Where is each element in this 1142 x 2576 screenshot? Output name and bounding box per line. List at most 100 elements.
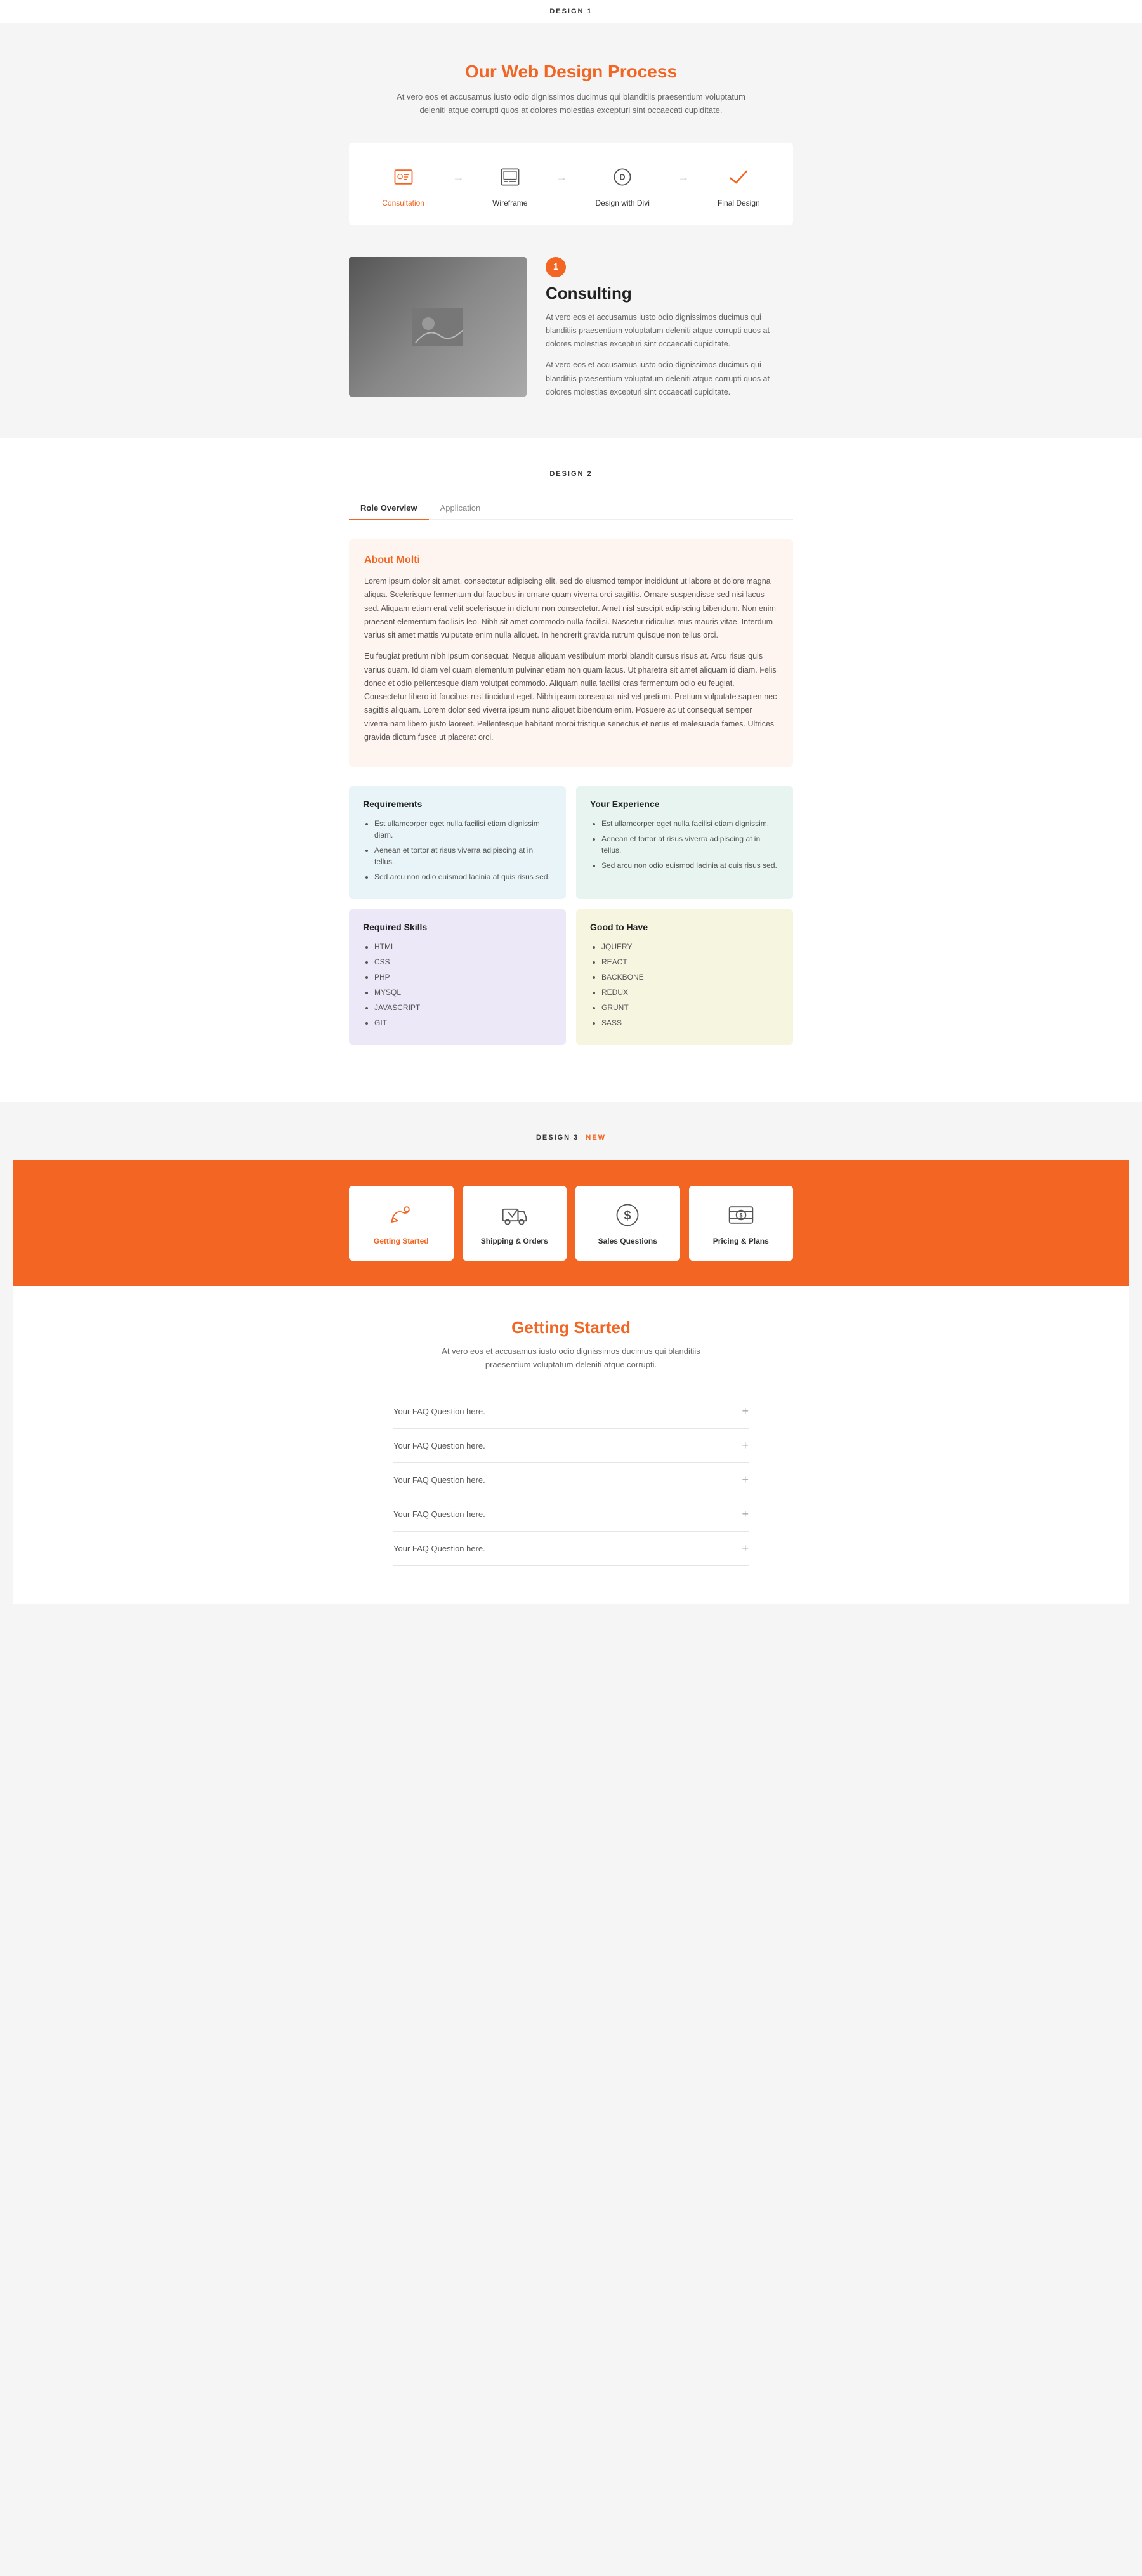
title-part1: Our: [465, 62, 502, 81]
exp-item-1: Est ullamcorper eget nulla facilisi etia…: [601, 818, 779, 829]
experience-title: Your Experience: [590, 799, 779, 809]
gth-sass: SASS: [601, 1017, 779, 1028]
gth-redux: REDUX: [601, 987, 779, 998]
wireframe-icon: [494, 161, 527, 194]
final-design-icon: [722, 161, 755, 194]
consulting-content: 1 Consulting At vero eos et accusamus iu…: [546, 257, 793, 407]
step-design-divi[interactable]: D Design with Divi: [596, 161, 650, 207]
skill-mysql: MYSQL: [374, 987, 552, 998]
step-label-final: Final Design: [718, 199, 760, 207]
about-title-highlight: Molti: [397, 555, 420, 565]
design3-label: DESIGN 3 NEW: [13, 1134, 1129, 1141]
help-card-pricing[interactable]: $ Pricing & Plans: [689, 1186, 794, 1261]
faq-list: Your FAQ Question here. + Your FAQ Quest…: [393, 1395, 749, 1566]
design1-title: Our Web Design Process: [13, 62, 1129, 82]
step-label-divi: Design with Divi: [596, 199, 650, 207]
help-card-label-pricing: Pricing & Plans: [713, 1237, 769, 1245]
arrow-1: →: [453, 171, 464, 184]
faq-item-4[interactable]: Your FAQ Question here. +: [393, 1497, 749, 1532]
about-card: About Molti Lorem ipsum dolor sit amet, …: [349, 539, 793, 767]
faq-item-1[interactable]: Your FAQ Question here. +: [393, 1395, 749, 1429]
svg-text:$: $: [739, 1212, 742, 1219]
help-card-sales[interactable]: $ Sales Questions: [575, 1186, 680, 1261]
requirements-list: Est ullamcorper eget nulla facilisi etia…: [363, 818, 552, 883]
good-to-have-title: Good to Have: [590, 922, 779, 932]
faq-question-3: Your FAQ Question here.: [393, 1475, 485, 1485]
gth-react: REACT: [601, 956, 779, 968]
skill-javascript: JAVASCRIPT: [374, 1002, 552, 1013]
good-to-have-list: JQUERY REACT BACKBONE REDUX GRUNT SASS: [590, 941, 779, 1028]
arrow-2: →: [556, 171, 567, 184]
step-label-consultation: Consultation: [382, 199, 424, 207]
orange-hero: Getting Started Shipping & Orders $: [13, 1160, 1129, 1286]
consulting-para1: At vero eos et accusamus iusto odio dign…: [546, 311, 793, 352]
consulting-image: [349, 257, 527, 397]
top-bar: DESIGN 1: [0, 0, 1142, 23]
skill-css: CSS: [374, 956, 552, 968]
consulting-block: 1 Consulting At vero eos et accusamus iu…: [349, 257, 793, 407]
design2-label: DESIGN 2: [13, 470, 1129, 478]
step-consultation[interactable]: Consultation: [382, 161, 424, 207]
svg-text:D: D: [620, 173, 626, 181]
skill-php: PHP: [374, 971, 552, 983]
svg-text:$: $: [624, 1209, 631, 1223]
tabs-bar: Role Overview Application: [349, 497, 793, 520]
requirements-title: Requirements: [363, 799, 552, 809]
faq-question-1: Your FAQ Question here.: [393, 1407, 485, 1416]
faq-section: Getting Started At vero eos et accusamus…: [13, 1286, 1129, 1604]
consulting-title: Consulting: [546, 284, 793, 303]
title-highlight: Web Design: [502, 62, 603, 81]
exp-item-3: Sed arcu non odio euismod lacinia at qui…: [601, 860, 779, 871]
design3-label-text: DESIGN 3: [536, 1134, 579, 1141]
design1-subtitle: At vero eos et accusamus iusto odio dign…: [393, 91, 749, 117]
tab-application[interactable]: Application: [429, 497, 492, 520]
faq-title-highlight: Started: [574, 1318, 631, 1337]
step-wireframe[interactable]: Wireframe: [492, 161, 527, 207]
consultation-icon: [387, 161, 420, 194]
skills-grid: Requirements Est ullamcorper eget nulla …: [349, 786, 793, 1045]
good-to-have-card: Good to Have JQUERY REACT BACKBONE REDUX…: [576, 909, 793, 1045]
help-card-shipping[interactable]: Shipping & Orders: [463, 1186, 567, 1261]
title-part2: Process: [603, 62, 677, 81]
required-skills-title: Required Skills: [363, 922, 552, 932]
design3-section: DESIGN 3 NEW Getting Started: [0, 1102, 1142, 1604]
req-item-1: Est ullamcorper eget nulla facilisi etia…: [374, 818, 552, 841]
req-item-3: Sed arcu non odio euismod lacinia at qui…: [374, 871, 552, 883]
faq-subtitle: At vero eos et accusamus iusto odio dign…: [425, 1345, 717, 1372]
design2-section: DESIGN 2 Role Overview Application About…: [0, 438, 1142, 1102]
faq-item-5[interactable]: Your FAQ Question here. +: [393, 1532, 749, 1566]
faq-plus-2: +: [742, 1439, 749, 1452]
faq-plus-5: +: [742, 1542, 749, 1555]
faq-item-2[interactable]: Your FAQ Question here. +: [393, 1429, 749, 1463]
faq-title-part1: Getting: [511, 1318, 574, 1337]
consulting-para2: At vero eos et accusamus iusto odio dign…: [546, 358, 793, 399]
pricing-icon: $: [727, 1201, 755, 1229]
faq-plus-1: +: [742, 1405, 749, 1418]
help-card-label-getting-started: Getting Started: [374, 1237, 429, 1245]
about-title-part1: About: [364, 555, 397, 565]
about-title: About Molti: [364, 555, 778, 566]
faq-question-2: Your FAQ Question here.: [393, 1441, 485, 1450]
faq-item-3[interactable]: Your FAQ Question here. +: [393, 1463, 749, 1497]
top-bar-label: DESIGN 1: [549, 8, 592, 15]
help-card-getting-started[interactable]: Getting Started: [349, 1186, 454, 1261]
exp-item-2: Aenean et tortor at risus viverra adipis…: [601, 833, 779, 856]
new-badge: NEW: [586, 1134, 606, 1141]
step-label-wireframe: Wireframe: [492, 199, 527, 207]
about-para2: Eu feugiat pretium nibh ipsum consequat.…: [364, 650, 778, 744]
gth-backbone: BACKBONE: [601, 971, 779, 983]
required-skills-card: Required Skills HTML CSS PHP MYSQL JAVAS…: [349, 909, 566, 1045]
required-skills-list: HTML CSS PHP MYSQL JAVASCRIPT GIT: [363, 941, 552, 1028]
skill-html: HTML: [374, 941, 552, 952]
help-card-label-sales: Sales Questions: [598, 1237, 657, 1245]
divi-icon: D: [606, 161, 639, 194]
faq-title: Getting Started: [25, 1318, 1117, 1337]
shipping-icon: [501, 1201, 528, 1229]
gth-jquery: JQUERY: [601, 941, 779, 952]
experience-card: Your Experience Est ullamcorper eget nul…: [576, 786, 793, 899]
tab-role-overview[interactable]: Role Overview: [349, 497, 429, 520]
faq-question-4: Your FAQ Question here.: [393, 1509, 485, 1519]
help-cards: Getting Started Shipping & Orders $: [349, 1186, 793, 1261]
experience-list: Est ullamcorper eget nulla facilisi etia…: [590, 818, 779, 871]
step-final-design[interactable]: Final Design: [718, 161, 760, 207]
